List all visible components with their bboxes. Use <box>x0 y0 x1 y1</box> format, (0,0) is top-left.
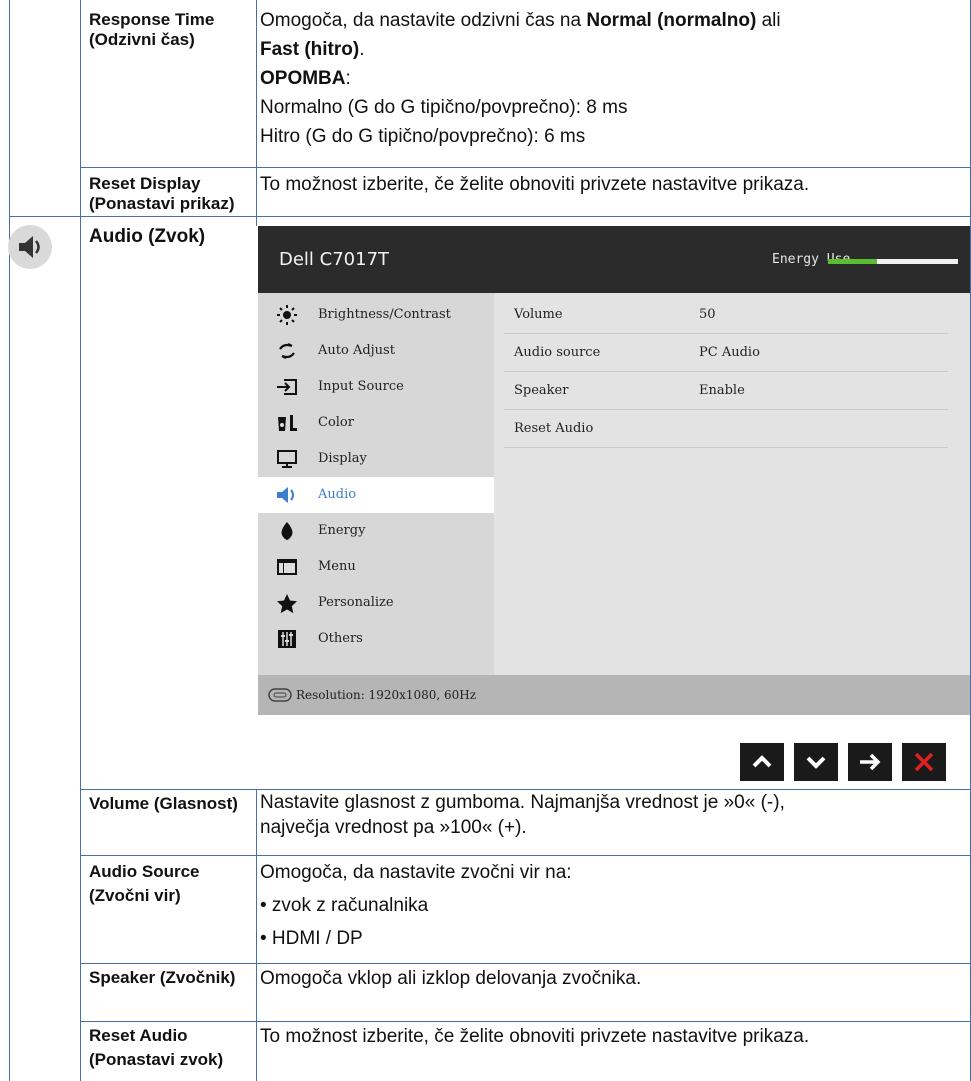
display-icon <box>276 449 298 469</box>
right-arrow-icon <box>860 753 881 771</box>
osd-option-name: Audio source <box>514 345 601 360</box>
volume-text-line1: Nastavite glasnost z gumboma. Najmanjša … <box>260 792 785 813</box>
row-divider <box>80 167 971 168</box>
speaker-icon <box>8 225 52 269</box>
right-arrow-button[interactable] <box>848 743 892 781</box>
energy-use-bar <box>828 259 958 264</box>
osd-header: Dell C7017T Energy Use <box>258 226 970 293</box>
osd-option-value: Enable <box>699 383 745 398</box>
resolution-text: Resolution: 1920x1080, 60Hz <box>296 688 477 702</box>
menu-icon <box>276 557 298 577</box>
osd-menu-item-label: Display <box>318 451 367 466</box>
reset-display-label: Reset Display (Ponastavi prikaz) <box>89 174 235 213</box>
osd-footer: Resolution: 1920x1080, 60Hz <box>258 675 970 715</box>
volume-label: Volume (Glasnost) <box>89 794 238 813</box>
close-button[interactable] <box>902 743 946 781</box>
monitor-model-title: Dell C7017T <box>279 249 390 270</box>
speaker-icon <box>276 485 298 505</box>
reset-audio-label: Reset Audio (Ponastavi zvok) <box>89 1026 224 1069</box>
document-page: Response Time (Odzivni čas) Omogoča, da … <box>0 0 971 1081</box>
audio-source-option-hdmi: • HDMI / DP <box>260 928 363 949</box>
osd-options-panel: Volume 50 Audio source PC Audio Speaker Enabl… <box>494 293 970 675</box>
close-icon <box>914 752 934 772</box>
reset-audio-description: To možnost izberite, če želite obnoviti … <box>260 1026 810 1047</box>
up-button[interactable] <box>740 743 784 781</box>
up-icon <box>752 755 772 768</box>
osd-option-name: Speaker <box>514 383 569 398</box>
table-divider-col2-bottom <box>256 789 257 1081</box>
table-divider-col2-top <box>256 0 257 226</box>
osd-menu-item-energy[interactable]: Energy <box>258 513 494 549</box>
audio-source-description: Omogoča, da nastavite zvočni vir na: • z… <box>260 856 965 955</box>
osd-menu-item-display[interactable]: Display <box>258 441 494 477</box>
audio-source-label: Audio Source (Zvočni vir) <box>89 862 200 905</box>
brightness-icon <box>276 305 298 325</box>
osd-option-name: Reset Audio <box>514 421 594 436</box>
osd-option-row[interactable]: Speaker Enable <box>504 372 948 410</box>
osd-menu-screenshot: Dell C7017T Energy Use Brightness/Contra… <box>258 226 970 715</box>
osd-menu-item-others[interactable]: Others <box>258 621 494 657</box>
osd-option-row[interactable]: Reset Audio <box>504 410 948 448</box>
down-button[interactable] <box>794 743 838 781</box>
table-border-left <box>9 0 10 1081</box>
audio-label: Audio (Zvok) <box>89 226 206 247</box>
volume-description: Nastavite glasnost z gumboma. Najmanjša … <box>260 790 965 840</box>
osd-menu-item-label: Menu <box>318 559 356 574</box>
osd-menu-item-label: Input Source <box>318 379 404 394</box>
osd-menu-item-color[interactable]: Color <box>258 405 494 441</box>
osd-menu-list: Brightness/Contrast Auto Adjust Input Sour… <box>258 293 494 675</box>
osd-menu-item-label: Energy <box>318 523 366 538</box>
osd-menu-item-personalize[interactable]: Personalize <box>258 585 494 621</box>
osd-option-value: 50 <box>699 307 716 322</box>
speaker-description: Omogoča vklop ali izklop delovanja zvočn… <box>260 968 642 989</box>
response-time-line1: Omogoča, da nastavite odzivni čas na Nor… <box>260 10 781 31</box>
note-heading: OPOMBA: <box>260 68 351 89</box>
osd-menu-item-label: Color <box>318 415 354 430</box>
energy-use-fill <box>828 259 878 264</box>
osd-menu-item-label: Audio <box>318 487 357 502</box>
response-time-description: Omogoča, da nastavite odzivni čas na Nor… <box>260 6 965 151</box>
color-icon <box>276 413 298 433</box>
osd-menu-item-label: Others <box>318 631 363 646</box>
osd-menu-item-label: Personalize <box>318 595 394 610</box>
response-time-label: Response Time (Odzivni čas) <box>89 10 215 49</box>
others-icon <box>276 629 298 649</box>
osd-menu-item-label: Brightness/Contrast <box>318 307 451 322</box>
normal-response-value: Normalno (G do G tipično/povprečno): 8 m… <box>260 97 628 118</box>
audio-source-text: Omogoča, da nastavite zvočni vir na: <box>260 862 572 883</box>
volume-text-line2: največja vrednost pa »100« (+). <box>260 817 527 838</box>
down-icon <box>806 756 826 769</box>
speaker-label: Speaker (Zvočnik) <box>89 968 236 987</box>
input-source-icon <box>276 377 298 397</box>
osd-menu-item-input-source[interactable]: Input Source <box>258 369 494 405</box>
response-time-line2: Fast (hitro). <box>260 39 365 60</box>
star-icon <box>276 593 298 614</box>
fast-response-value: Hitro (G do G tipično/povprečno): 6 ms <box>260 126 586 147</box>
auto-adjust-icon <box>276 341 298 361</box>
osd-menu-item-audio[interactable]: Audio <box>258 477 494 513</box>
audio-source-option-pc: • zvok z računalnika <box>260 895 429 916</box>
reset-display-description: To možnost izberite, če želite obnoviti … <box>260 174 810 195</box>
osd-option-value: PC Audio <box>699 345 760 360</box>
energy-icon <box>276 521 298 541</box>
osd-menu-item-menu[interactable]: Menu <box>258 549 494 585</box>
osd-navigation-buttons <box>517 743 968 781</box>
osd-option-row[interactable]: Audio source PC Audio <box>504 334 948 372</box>
osd-option-row[interactable]: Volume 50 <box>504 296 948 334</box>
display-port-icon <box>268 687 292 708</box>
osd-menu-item-label: Auto Adjust <box>318 343 395 358</box>
table-divider-col1 <box>80 0 81 1081</box>
osd-menu-item-brightness-contrast[interactable]: Brightness/Contrast <box>258 297 494 333</box>
osd-option-name: Volume <box>514 307 563 322</box>
osd-menu-item-auto-adjust[interactable]: Auto Adjust <box>258 333 494 369</box>
section-divider <box>9 216 971 217</box>
